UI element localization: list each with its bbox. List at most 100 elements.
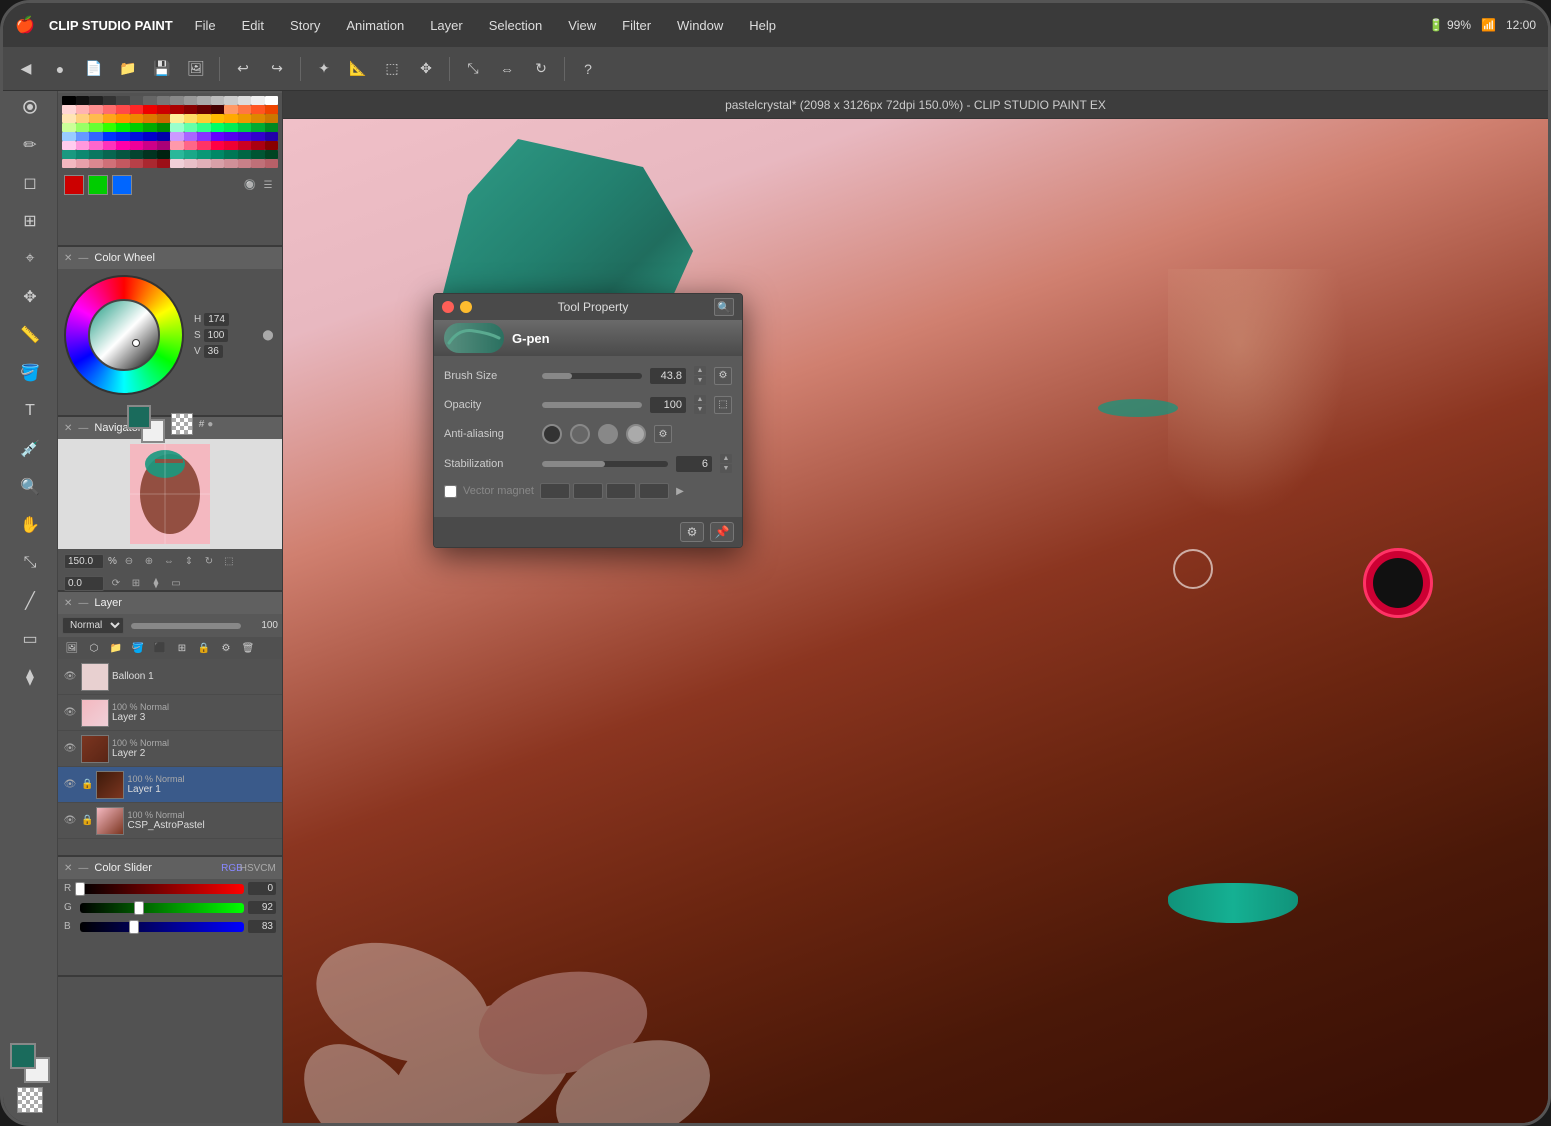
color-cell[interactable]: [76, 105, 90, 114]
color-slider-rgb-tab[interactable]: RGB: [224, 860, 240, 876]
color-slider-hsv-tab[interactable]: HSV: [242, 860, 258, 876]
color-cell[interactable]: [197, 96, 211, 105]
color-cell[interactable]: [197, 159, 211, 168]
color-cell[interactable]: [103, 141, 117, 150]
color-cell[interactable]: [170, 114, 184, 123]
color-wheel-handle[interactable]: [132, 339, 140, 347]
navigator-reset[interactable]: ⟳: [108, 575, 124, 591]
color-cell[interactable]: [265, 114, 279, 123]
color-cell[interactable]: [116, 141, 130, 150]
color-cell[interactable]: [143, 105, 157, 114]
color-cell[interactable]: [157, 141, 171, 150]
color-cell[interactable]: [265, 123, 279, 132]
color-cell[interactable]: [89, 141, 103, 150]
toolbar-snap-btn[interactable]: ✦: [309, 55, 339, 83]
tool-move[interactable]: ✥: [8, 279, 52, 315]
vector-opt-2[interactable]: [573, 483, 603, 499]
color-cell[interactable]: [184, 114, 198, 123]
color-cell[interactable]: [130, 150, 144, 159]
layer-opacity-slider[interactable]: [131, 623, 241, 629]
slider-b-track[interactable]: [80, 922, 244, 932]
color-cell[interactable]: [143, 159, 157, 168]
navigator-rotate-btn[interactable]: ↻: [201, 553, 217, 569]
stabilization-slider[interactable]: [542, 461, 668, 467]
color-cell[interactable]: [197, 114, 211, 123]
color-cell[interactable]: [76, 96, 90, 105]
color-cell[interactable]: [130, 141, 144, 150]
color-cell[interactable]: [89, 105, 103, 114]
opacity-down-btn[interactable]: ▼: [694, 405, 706, 414]
color-cell[interactable]: [251, 141, 265, 150]
color-cell[interactable]: [265, 150, 279, 159]
opacity-slider[interactable]: [542, 402, 642, 408]
tool-ruler[interactable]: 📏: [8, 317, 52, 353]
color-wheel-minimize[interactable]: —: [78, 253, 88, 264]
aa-high-btn[interactable]: [626, 424, 646, 444]
navigator-minimize[interactable]: —: [78, 423, 88, 434]
vector-opt-1[interactable]: [540, 483, 570, 499]
color-cell[interactable]: [211, 141, 225, 150]
color-cell[interactable]: [238, 150, 252, 159]
color-cell[interactable]: [184, 105, 198, 114]
color-cell[interactable]: [265, 96, 279, 105]
color-cell[interactable]: [62, 159, 76, 168]
brush-size-up-btn[interactable]: ▲: [694, 366, 706, 375]
color-cell[interactable]: [89, 159, 103, 168]
color-slider-close[interactable]: ✕: [64, 863, 72, 874]
color-picker-btn[interactable]: 🔘: [242, 177, 258, 193]
color-cell[interactable]: [76, 123, 90, 132]
color-wheel-options[interactable]: ⬤: [260, 327, 276, 343]
layer-delete-btn[interactable]: 🗑: [238, 639, 258, 657]
color-cell[interactable]: [89, 132, 103, 141]
color-cell[interactable]: [89, 96, 103, 105]
color-cell[interactable]: [170, 105, 184, 114]
color-cell[interactable]: [103, 150, 117, 159]
layer-vis-layer3[interactable]: 👁: [62, 705, 78, 721]
slider-g-thumb[interactable]: [134, 901, 144, 915]
color-cell[interactable]: [211, 123, 225, 132]
color-cell[interactable]: [170, 123, 184, 132]
color-green-swatch[interactable]: [88, 175, 108, 195]
color-cell[interactable]: [130, 96, 144, 105]
color-cell[interactable]: [251, 159, 265, 168]
color-cell[interactable]: [197, 105, 211, 114]
color-cell[interactable]: [89, 150, 103, 159]
navigator-zoom-in[interactable]: ⊕: [141, 553, 157, 569]
color-cell[interactable]: [265, 159, 279, 168]
tool-selection[interactable]: ⊞: [8, 203, 52, 239]
tool-eyedrop[interactable]: 💉: [8, 431, 52, 467]
color-cell[interactable]: [211, 96, 225, 105]
layer-item-layer3[interactable]: 👁 100 % Normal Layer 3: [58, 695, 282, 731]
toolbar-clip-logo[interactable]: ●: [45, 55, 75, 83]
color-menu-btn[interactable]: ☰: [260, 177, 276, 193]
color-cell[interactable]: [103, 105, 117, 114]
color-cell[interactable]: [143, 150, 157, 159]
color-cell[interactable]: [116, 132, 130, 141]
color-cell[interactable]: [76, 159, 90, 168]
color-cell[interactable]: [184, 141, 198, 150]
color-red-swatch[interactable]: [64, 175, 84, 195]
color-cell[interactable]: [157, 150, 171, 159]
color-cell[interactable]: [62, 132, 76, 141]
color-cell[interactable]: [224, 114, 238, 123]
color-cell[interactable]: [143, 96, 157, 105]
color-cell[interactable]: [224, 141, 238, 150]
color-cell[interactable]: [62, 150, 76, 159]
color-slider-cm-tab[interactable]: CM: [260, 860, 276, 876]
color-cell[interactable]: [251, 123, 265, 132]
color-cell[interactable]: [197, 123, 211, 132]
color-cell[interactable]: [130, 159, 144, 168]
brush-size-reset-btn[interactable]: ⚙: [714, 367, 732, 385]
color-cell[interactable]: [62, 123, 76, 132]
layer-blend-mode-select[interactable]: Normal Multiply Screen: [62, 617, 124, 634]
layer-vis-layer1[interactable]: 👁: [62, 777, 78, 793]
color-cell[interactable]: [170, 159, 184, 168]
color-cell[interactable]: [103, 123, 117, 132]
layer-fill-btn[interactable]: 🪣: [128, 639, 148, 657]
dialog-settings-btn[interactable]: ⚙: [680, 522, 704, 542]
slider-b-thumb[interactable]: [129, 920, 139, 934]
color-cell[interactable]: [76, 150, 90, 159]
color-cell[interactable]: [89, 123, 103, 132]
color-cell[interactable]: [143, 114, 157, 123]
navigator-offset-input[interactable]: [64, 576, 104, 591]
